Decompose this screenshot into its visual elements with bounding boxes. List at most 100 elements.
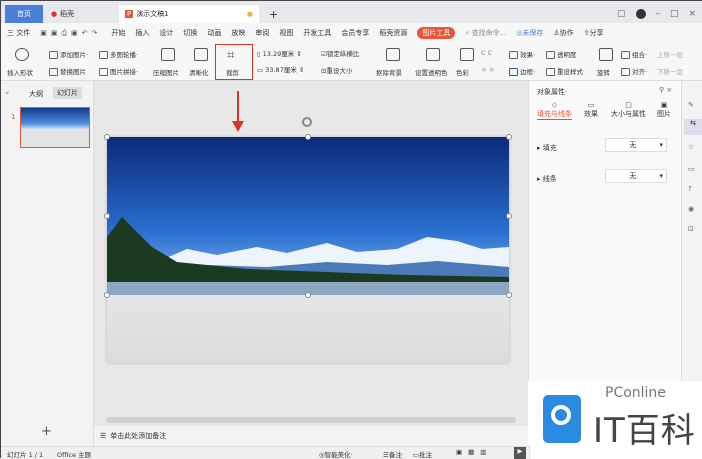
replace-image-button[interactable]: 替换图片 xyxy=(49,66,86,76)
unsaved-dot-icon: ● xyxy=(246,10,253,18)
line-section-toggle[interactable]: ▸ 线条 xyxy=(537,174,557,184)
close-icon[interactable]: × xyxy=(689,9,697,19)
menu-developer[interactable]: 开发工具 xyxy=(303,28,331,38)
resize-handle[interactable] xyxy=(506,213,512,219)
menu-member[interactable]: 会员专享 xyxy=(341,28,369,38)
menu-picture-tools[interactable]: 图片工具 xyxy=(417,27,456,39)
width-field[interactable]: ▭ 33.87厘米 ⇕ xyxy=(257,64,304,74)
transparency-icon xyxy=(546,51,555,59)
multi-outline-button[interactable]: 多图轮播· xyxy=(99,49,138,59)
menu-start[interactable]: 开始 xyxy=(111,28,125,38)
unsaved-button[interactable]: ◎未保存 xyxy=(516,28,543,38)
resize-handle[interactable] xyxy=(506,292,512,298)
rotate-contrast-icons[interactable]: C C xyxy=(481,49,492,57)
collapse-panel-icon[interactable]: « xyxy=(5,89,9,97)
resize-handle[interactable] xyxy=(305,292,311,298)
tab-document[interactable]: P 演示文稿1 ● xyxy=(119,5,259,23)
minimize-icon[interactable]: – xyxy=(656,9,661,19)
fill-section-toggle[interactable]: ▸ 填充 xyxy=(537,143,557,153)
clarity-button[interactable]: 清晰化 xyxy=(189,67,209,77)
menu-design[interactable]: 设计 xyxy=(159,28,173,38)
resize-handle[interactable] xyxy=(104,213,110,219)
rotate-button[interactable]: 旋转 xyxy=(597,67,610,77)
border-button[interactable]: 边框· xyxy=(509,66,535,76)
animation-icon[interactable]: ☆ xyxy=(688,143,694,151)
watermark-text: PConline xyxy=(605,385,666,401)
notes-area[interactable]: ☰ 单击此处添加备注 xyxy=(94,426,528,446)
bring-forward-button[interactable]: 上移一层 xyxy=(657,49,683,59)
tab-size-props[interactable]: ▢ 大小与属性 xyxy=(611,101,646,119)
lock-ratio-checkbox[interactable]: ☑锁定纵横比 xyxy=(321,48,359,58)
height-field[interactable]: ▯ 13.29厘米 ⇕ xyxy=(257,48,302,58)
menu-insert[interactable]: 插入 xyxy=(135,28,149,38)
tab-effect[interactable]: ▭ 效果 xyxy=(584,101,598,119)
crop-button[interactable]: 裁剪 xyxy=(226,67,239,77)
set-transparent-button[interactable]: 设置透明色 xyxy=(415,67,448,77)
landscape-image[interactable] xyxy=(107,137,509,295)
carousel-icon xyxy=(99,51,108,59)
label: 替换图片 xyxy=(60,68,86,76)
search-input[interactable]: ⌕ 查找命令... xyxy=(465,28,506,38)
align-button[interactable]: 对齐· xyxy=(621,66,647,76)
send-backward-button[interactable]: 下移一层 xyxy=(657,66,683,76)
resize-handle[interactable] xyxy=(506,134,512,140)
properties-icon[interactable]: ⇆ xyxy=(684,119,702,135)
slide[interactable] xyxy=(107,137,509,363)
share-button[interactable]: ⇪分享 xyxy=(584,28,604,38)
menu-review[interactable]: 审阅 xyxy=(255,28,269,38)
group-button[interactable]: 组合· xyxy=(621,49,647,59)
tab-daoke[interactable]: ● 稻壳 xyxy=(45,5,115,23)
color-button[interactable]: 色彩 xyxy=(456,67,469,77)
resize-handle[interactable] xyxy=(305,134,311,140)
brightness-icons[interactable]: ☼ ☼ xyxy=(481,66,495,74)
maximize-icon[interactable]: □ xyxy=(670,9,679,19)
window-count-icon[interactable]: ▢ xyxy=(617,9,626,19)
label: 重设样式 xyxy=(557,68,583,76)
reset-size-button[interactable]: ⊡重设大小 xyxy=(321,65,352,75)
compress-button[interactable]: 压缩图片 xyxy=(153,67,179,77)
tab-fill-line[interactable]: ◇ 填充与线条 xyxy=(537,101,572,120)
tab-outline[interactable]: 大纲 xyxy=(29,89,43,99)
clarity-icon xyxy=(194,48,208,61)
avatar[interactable] xyxy=(635,9,646,19)
insert-shape-button[interactable]: 插入形状 xyxy=(7,67,33,77)
collab-button[interactable]: ♙协作 xyxy=(553,28,573,38)
horizontal-scrollbar[interactable] xyxy=(106,417,516,423)
remove-bg-button[interactable]: 抠除背景 xyxy=(376,67,402,77)
menu-animation[interactable]: 动画 xyxy=(207,28,221,38)
quick-access-icons[interactable]: ▣▣⎙▣↶↷ xyxy=(40,29,101,38)
picture-icon: ▣ xyxy=(660,101,668,109)
new-tab-button[interactable]: + xyxy=(263,5,284,23)
height-value: 13.29厘米 xyxy=(262,50,295,58)
slide-thumbnail[interactable] xyxy=(20,107,90,148)
menu-view[interactable]: 视图 xyxy=(279,28,293,38)
rotate-handle[interactable] xyxy=(302,117,312,127)
tab-picture[interactable]: ▣ 图片 xyxy=(657,101,671,119)
location-icon[interactable]: ◉ xyxy=(688,205,694,213)
backup-icon[interactable]: ⊡ xyxy=(688,225,694,233)
reset-style-button[interactable]: 重设样式 xyxy=(546,66,583,76)
menu-slideshow[interactable]: 放映 xyxy=(231,28,245,38)
tab-home[interactable]: 首页 xyxy=(5,5,43,23)
help-icon[interactable]: ? xyxy=(688,185,692,193)
fill-select[interactable]: 无 ▾ xyxy=(605,138,667,152)
resize-handle[interactable] xyxy=(104,292,110,298)
tab-slides[interactable]: 幻灯片 xyxy=(53,87,82,99)
menu-file[interactable]: 三 文件 xyxy=(7,28,30,38)
style-icon[interactable]: ✎ xyxy=(688,101,694,109)
unsaved-label: 未保存 xyxy=(522,29,544,37)
add-slide-button[interactable]: + xyxy=(41,424,52,439)
add-image-button[interactable]: 添加图片· xyxy=(49,49,88,59)
view-mode-icons[interactable]: ▣▦▥ xyxy=(456,448,492,456)
menu-transition[interactable]: 切换 xyxy=(183,28,197,38)
play-icon[interactable]: ▶ xyxy=(514,447,526,459)
transition-icon[interactable]: ▭ xyxy=(688,165,695,173)
effect-button[interactable]: 效果· xyxy=(509,49,535,59)
menu-daoke-resources[interactable]: 稻壳资源 xyxy=(379,28,407,38)
transparency-button[interactable]: 透明度 xyxy=(546,49,577,59)
panel-pin-close[interactable]: ⚲ × xyxy=(659,86,672,94)
image-stitch-button[interactable]: 图片拼接· xyxy=(99,66,138,76)
panel-title[interactable]: 对象属性· xyxy=(537,87,567,97)
resize-handle[interactable] xyxy=(104,134,110,140)
line-select[interactable]: 无 ▾ xyxy=(605,169,667,183)
